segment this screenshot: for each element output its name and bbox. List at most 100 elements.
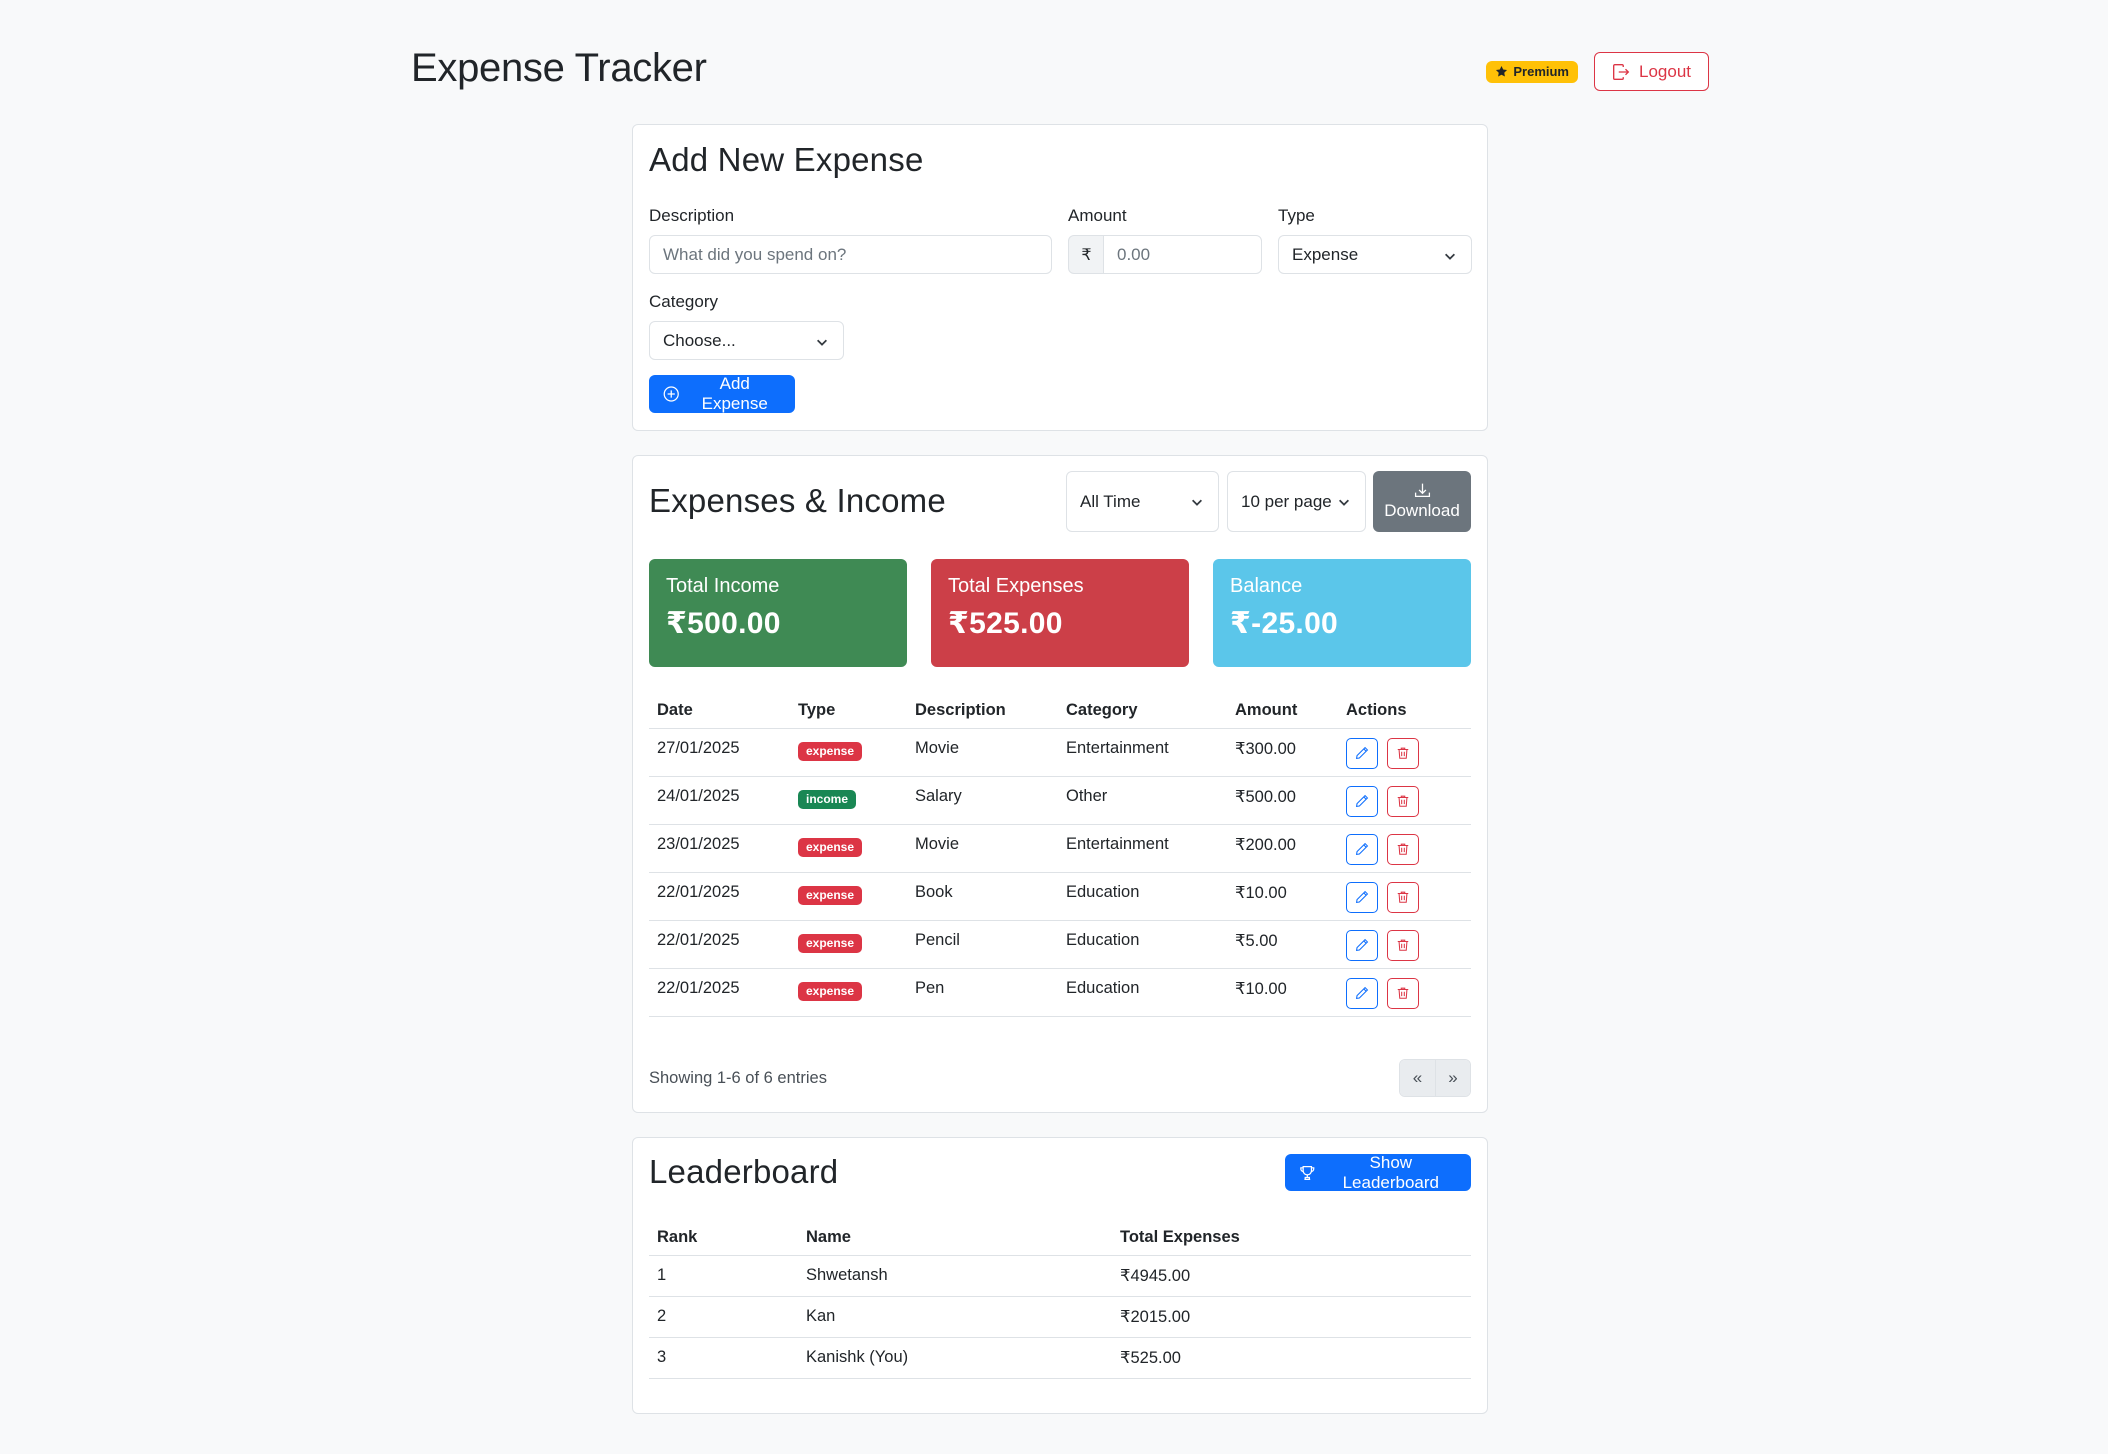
prev-page-button[interactable]: « xyxy=(1400,1060,1435,1096)
chevron-down-icon xyxy=(1192,499,1202,506)
row-amount: ₹10.00 xyxy=(1227,872,1338,921)
column-header-total-expenses: Total Expenses xyxy=(1112,1215,1471,1256)
delete-button[interactable] xyxy=(1387,881,1419,913)
table-row: 1 Shwetansh ₹4945.00 xyxy=(649,1255,1471,1297)
pagination: « » xyxy=(1399,1059,1471,1097)
trash-icon xyxy=(1397,891,1409,903)
table-row: 3 Kanishk (You) ₹525.00 xyxy=(649,1337,1471,1379)
download-button[interactable]: Download xyxy=(1373,471,1471,532)
pencil-icon xyxy=(1355,842,1369,856)
leaderboard-card: Leaderboard Show Leaderboard Rank Name T… xyxy=(632,1137,1488,1414)
next-page-button[interactable]: » xyxy=(1435,1060,1470,1096)
edit-button[interactable] xyxy=(1346,737,1378,769)
logout-label: Logout xyxy=(1639,61,1691,81)
total-income-card: Total Income ₹500.00 xyxy=(649,559,907,667)
row-date: 22/01/2025 xyxy=(649,872,790,921)
leaderboard-table: Rank Name Total Expenses 1 Shwetansh ₹49… xyxy=(649,1215,1471,1379)
description-input[interactable]: What did you spend on? xyxy=(649,235,1052,274)
edit-button[interactable] xyxy=(1346,881,1378,913)
type-badge: expense xyxy=(798,885,863,905)
row-category: Education xyxy=(1058,920,1227,969)
row-amount: ₹5.00 xyxy=(1227,920,1338,969)
add-expense-button[interactable]: Add Expense xyxy=(649,374,795,413)
table-row: 22/01/2025 expense Pen Education ₹10.00 xyxy=(649,968,1471,1017)
delete-button[interactable] xyxy=(1387,929,1419,961)
type-badge: expense xyxy=(798,837,863,857)
edit-button[interactable] xyxy=(1346,977,1378,1009)
table-row: 27/01/2025 expense Movie Entertainment ₹… xyxy=(649,728,1471,777)
row-category: Entertainment xyxy=(1058,824,1227,873)
row-amount: ₹500.00 xyxy=(1227,776,1338,825)
column-header-date: Date xyxy=(649,688,790,729)
row-description: Movie xyxy=(907,728,1058,777)
logout-button[interactable]: Logout xyxy=(1594,52,1709,91)
pencil-icon xyxy=(1355,746,1369,760)
trash-icon xyxy=(1397,987,1409,999)
balance-card: Balance ₹-25.00 xyxy=(1213,559,1471,667)
category-label: Category xyxy=(649,292,718,311)
table-row: 22/01/2025 expense Book Education ₹10.00 xyxy=(649,872,1471,921)
category-value: Choose... xyxy=(663,330,736,350)
add-expense-label: Add Expense xyxy=(701,374,768,413)
table-row: 23/01/2025 expense Movie Entertainment ₹… xyxy=(649,824,1471,873)
chevron-down-icon xyxy=(1445,253,1455,260)
period-filter-select[interactable]: All Time xyxy=(1066,471,1219,532)
row-category: Education xyxy=(1058,872,1227,921)
transactions-table: Date Type Description Category Amount Ac… xyxy=(649,688,1471,1017)
table-row: 2 Kan ₹2015.00 xyxy=(649,1296,1471,1338)
row-name: Kanishk (You) xyxy=(798,1337,1112,1379)
page-size-value: 10 per page xyxy=(1241,491,1332,511)
pencil-icon xyxy=(1355,890,1369,904)
delete-button[interactable] xyxy=(1387,737,1419,769)
balance-label: Balance xyxy=(1230,575,1303,597)
row-description: Pencil xyxy=(907,920,1058,969)
category-select[interactable]: Choose... xyxy=(649,321,844,360)
download-icon xyxy=(1414,483,1430,497)
edit-button[interactable] xyxy=(1346,833,1378,865)
type-badge: expense xyxy=(798,741,863,761)
app-title: Expense Tracker xyxy=(411,46,707,90)
total-expenses-value: ₹525.00 xyxy=(948,607,1063,640)
type-badge: income xyxy=(798,789,857,809)
row-description: Salary xyxy=(907,776,1058,825)
table-header-row: Date Type Description Category Amount Ac… xyxy=(649,688,1471,729)
description-label: Description xyxy=(649,206,735,225)
leaderboard-title: Leaderboard xyxy=(649,1153,839,1190)
add-expense-card: Add New Expense Description What did you… xyxy=(632,124,1488,431)
page-size-select[interactable]: 10 per page xyxy=(1227,471,1366,532)
row-rank: 1 xyxy=(649,1255,798,1297)
row-name: Kan xyxy=(798,1296,1112,1338)
type-badge: expense xyxy=(798,981,863,1001)
row-total: ₹4945.00 xyxy=(1112,1255,1471,1297)
delete-button[interactable] xyxy=(1387,977,1419,1009)
column-header-description: Description xyxy=(907,688,1058,729)
pencil-icon xyxy=(1355,938,1369,952)
delete-button[interactable] xyxy=(1387,785,1419,817)
row-total: ₹2015.00 xyxy=(1112,1296,1471,1338)
chevron-down-icon xyxy=(817,339,827,346)
trash-icon xyxy=(1397,747,1409,759)
row-amount: ₹300.00 xyxy=(1227,728,1338,777)
trash-icon xyxy=(1397,843,1409,855)
column-header-rank: Rank xyxy=(649,1215,798,1256)
showing-entries-text: Showing 1-6 of 6 entries xyxy=(649,1069,827,1087)
column-header-name: Name xyxy=(798,1215,1112,1256)
total-expenses-label: Total Expenses xyxy=(948,575,1084,597)
amount-input[interactable]: 0.00 xyxy=(1103,235,1262,274)
table-row: 24/01/2025 income Salary Other ₹500.00 xyxy=(649,776,1471,825)
edit-button[interactable] xyxy=(1346,785,1378,817)
total-income-value: ₹500.00 xyxy=(666,607,781,640)
delete-button[interactable] xyxy=(1387,833,1419,865)
total-expenses-card: Total Expenses ₹525.00 xyxy=(931,559,1189,667)
type-select[interactable]: Expense xyxy=(1278,235,1472,274)
row-category: Other xyxy=(1058,776,1227,825)
currency-addon: ₹ xyxy=(1068,235,1105,274)
trash-icon xyxy=(1397,795,1409,807)
show-leaderboard-button[interactable]: Show Leaderboard xyxy=(1285,1153,1471,1192)
edit-button[interactable] xyxy=(1346,929,1378,961)
row-category: Education xyxy=(1058,968,1227,1017)
amount-placeholder: 0.00 xyxy=(1117,244,1151,264)
amount-label: Amount xyxy=(1068,206,1127,225)
row-total: ₹525.00 xyxy=(1112,1337,1471,1379)
header-actions: Premium Logout xyxy=(1486,52,1709,91)
